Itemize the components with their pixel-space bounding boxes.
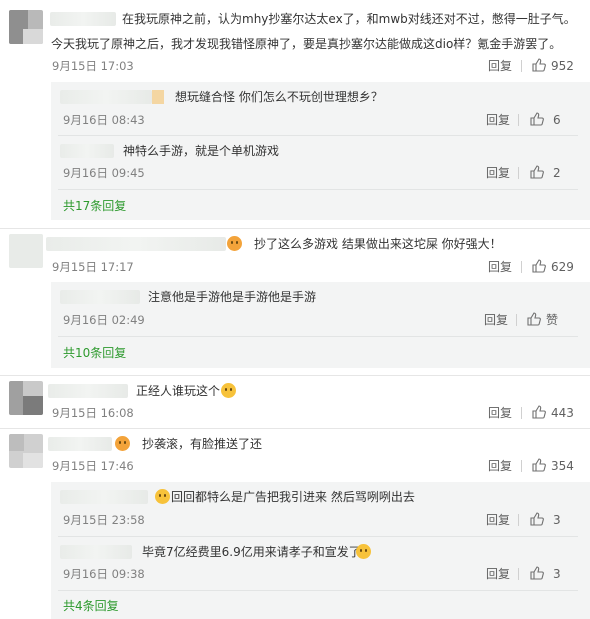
thumbs-up-icon[interactable] xyxy=(530,165,544,179)
reply-button[interactable]: 回复 xyxy=(486,113,510,127)
thumbs-up-icon[interactable] xyxy=(532,259,546,273)
comment-date: 9月15日 17:03 xyxy=(52,59,134,73)
emoji-icon xyxy=(221,383,236,398)
reply-button[interactable]: 回复 xyxy=(484,313,508,327)
divider xyxy=(516,314,517,326)
username-blurred[interactable] xyxy=(48,437,112,451)
like-count: 赞 xyxy=(546,313,559,327)
comment-divider xyxy=(0,228,590,229)
like-count: 952 xyxy=(551,59,574,73)
reply-text: 想玩缝合怪 你们怎么不玩创世理想乡？ xyxy=(175,90,383,104)
avatar[interactable] xyxy=(9,234,43,268)
username-blurred[interactable] xyxy=(50,12,116,26)
username-blurred[interactable] xyxy=(60,290,140,304)
reply-button[interactable]: 回复 xyxy=(488,406,512,420)
thumbs-up-icon[interactable] xyxy=(527,312,541,326)
like-count: 629 xyxy=(551,260,574,274)
comment-date: 9月15日 17:17 xyxy=(52,260,134,274)
reply-button[interactable]: 回复 xyxy=(486,513,510,527)
like-count: 6 xyxy=(553,113,561,127)
reply-button[interactable]: 回复 xyxy=(488,459,512,473)
thumbs-up-icon[interactable] xyxy=(530,112,544,126)
more-replies-link[interactable]: 共4条回复 xyxy=(63,599,119,613)
emoji-icon xyxy=(155,489,170,504)
username-blurred[interactable] xyxy=(48,384,128,398)
more-replies-link[interactable]: 共10条回复 xyxy=(63,346,126,360)
reply-date: 9月16日 09:45 xyxy=(63,166,145,180)
divider xyxy=(58,536,578,537)
divider xyxy=(58,135,578,136)
reply-text: 回回都特么是广告把我引进来 然后骂咧咧出去 xyxy=(171,490,415,504)
reply-text: 神特么手游，就是个单机游戏 xyxy=(123,144,280,158)
like-count: 2 xyxy=(553,166,561,180)
comment-divider xyxy=(0,428,590,429)
username-blurred[interactable] xyxy=(60,90,152,104)
thumbs-up-icon[interactable] xyxy=(532,405,546,419)
avatar[interactable] xyxy=(9,434,43,468)
divider xyxy=(518,167,519,179)
reply-button[interactable]: 回复 xyxy=(488,260,512,274)
comment-text-line2: 今天我玩了原神之后，我才发现我错怪原神了，要是真抄塞尔达能做成这dio样？氪金手… xyxy=(51,37,562,51)
divider xyxy=(521,261,522,273)
username-blurred[interactable] xyxy=(46,237,226,251)
divider xyxy=(518,514,519,526)
username-blurred[interactable] xyxy=(60,490,148,504)
divider xyxy=(521,60,522,72)
comment-text: 抄袭滚，有脸推送了还 xyxy=(142,437,263,451)
thumbs-up-icon[interactable] xyxy=(530,566,544,580)
reply-button[interactable]: 回复 xyxy=(486,166,510,180)
thumbs-up-icon[interactable] xyxy=(530,512,544,526)
like-count: 3 xyxy=(553,567,561,581)
emoji-icon xyxy=(227,236,242,251)
username-blurred[interactable] xyxy=(60,144,114,158)
emoji-icon xyxy=(115,436,130,451)
comment-divider xyxy=(0,375,590,376)
thumbs-up-icon[interactable] xyxy=(532,458,546,472)
like-count: 443 xyxy=(551,406,574,420)
avatar[interactable] xyxy=(9,381,43,415)
divider xyxy=(521,460,522,472)
reply-button[interactable]: 回复 xyxy=(488,59,512,73)
comment-text: 抄了这么多游戏 结果做出来这坨屎 你好强大！ xyxy=(254,237,502,251)
divider xyxy=(518,114,519,126)
more-replies-link[interactable]: 共17条回复 xyxy=(63,199,126,213)
like-count: 3 xyxy=(553,513,561,527)
emoji-icon xyxy=(356,544,371,559)
username-blurred[interactable] xyxy=(60,545,132,559)
avatar[interactable] xyxy=(9,10,43,44)
reply-text: 注意他是手游他是手游他是手游 xyxy=(148,290,317,304)
reply-button[interactable]: 回复 xyxy=(486,567,510,581)
comment-text: 正经人谁玩这个 xyxy=(136,384,221,398)
comment-date: 9月15日 16:08 xyxy=(52,406,134,420)
like-count: 354 xyxy=(551,459,574,473)
divider xyxy=(518,568,519,580)
reply-text: 毕竟7亿经费里6.9亿用来请孝子和宣发了 xyxy=(142,545,361,559)
divider xyxy=(58,590,578,591)
divider xyxy=(58,336,578,337)
reply-date: 9月16日 09:38 xyxy=(63,567,145,581)
comment-text: 在我玩原神之前，认为mhy抄塞尔达太ex了，和mwb对线还对不过，憋得一肚子气。 xyxy=(122,12,576,26)
reply-date: 9月15日 23:58 xyxy=(63,513,145,527)
comment-date: 9月15日 17:46 xyxy=(52,459,134,473)
divider xyxy=(58,189,578,190)
divider xyxy=(521,407,522,419)
badge-icon xyxy=(152,90,164,104)
reply-date: 9月16日 08:43 xyxy=(63,113,145,127)
reply-date: 9月16日 02:49 xyxy=(63,313,145,327)
thumbs-up-icon[interactable] xyxy=(532,58,546,72)
